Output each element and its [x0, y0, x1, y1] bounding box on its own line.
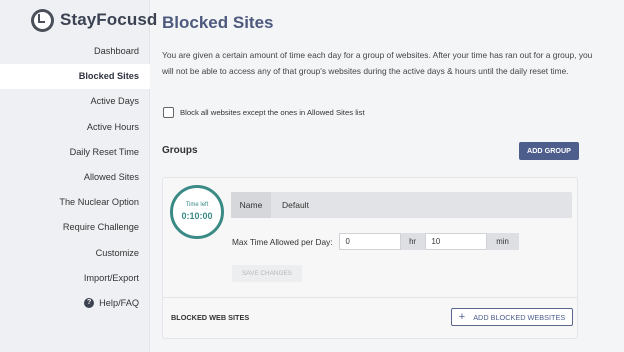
- sidebar-nav: Dashboard Blocked Sites Active Days Acti…: [0, 39, 150, 316]
- add-blocked-websites-label: ADD BLOCKED WEBSITES: [473, 312, 566, 322]
- group-name-value[interactable]: Default: [271, 200, 309, 210]
- hours-unit: hr: [400, 233, 425, 250]
- minutes-input[interactable]: 10: [424, 233, 487, 250]
- block-all-option[interactable]: Block all websites except the ones in Al…: [163, 107, 365, 118]
- sidebar-item-dashboard[interactable]: Dashboard: [0, 39, 150, 64]
- clock-logo-icon: [31, 8, 54, 32]
- question-circle-icon: ?: [84, 298, 95, 309]
- sidebar-item-allowed-sites[interactable]: Allowed Sites: [0, 165, 150, 190]
- save-changes-button[interactable]: SAVE CHANGES: [232, 265, 302, 282]
- time-left-value: 0:10:00: [181, 211, 213, 221]
- sidebar: StayFocusd Dashboard Blocked Sites Activ…: [0, 0, 157, 352]
- sidebar-item-customize[interactable]: Customize: [0, 241, 150, 266]
- max-time-label: Max Time Allowed per Day:: [232, 236, 333, 247]
- sidebar-item-help-label: Help/FAQ: [99, 297, 139, 308]
- time-left-label: Time left: [185, 202, 209, 208]
- minutes-unit: min: [486, 233, 519, 250]
- main-content: Blocked Sites You are given a certain am…: [150, 0, 624, 352]
- group-card: Time left 0:10:00 Name Default Max Time …: [162, 177, 578, 339]
- sidebar-item-require-challenge[interactable]: Require Challenge: [0, 215, 150, 240]
- group-name-field[interactable]: Name Default: [231, 192, 572, 218]
- blocked-websites-heading: BLOCKED WEB SITES: [171, 313, 250, 322]
- page-title: Blocked Sites: [162, 13, 274, 32]
- sidebar-item-active-days[interactable]: Active Days: [0, 89, 150, 114]
- sidebar-item-nuclear-option[interactable]: The Nuclear Option: [0, 190, 150, 215]
- group-name-label: Name: [231, 192, 271, 218]
- add-group-button[interactable]: ADD GROUP: [519, 142, 579, 160]
- brand[interactable]: StayFocusd: [31, 8, 157, 32]
- block-all-label: Block all websites except the ones in Al…: [180, 108, 365, 117]
- block-all-checkbox[interactable]: [163, 107, 174, 118]
- sidebar-item-daily-reset-time[interactable]: Daily Reset Time: [0, 140, 150, 165]
- hours-input[interactable]: 0: [338, 233, 401, 250]
- app-name: StayFocusd: [60, 10, 158, 29]
- groups-heading: Groups: [162, 145, 198, 156]
- plus-icon: +: [458, 311, 466, 323]
- page-description: You are given a certain amount of time e…: [162, 50, 593, 76]
- sidebar-item-active-hours[interactable]: Active Hours: [0, 115, 150, 140]
- card-divider: [163, 297, 577, 298]
- time-left-ring: Time left 0:10:00: [170, 185, 224, 239]
- add-blocked-websites-button[interactable]: + ADD BLOCKED WEBSITES: [451, 308, 573, 326]
- max-time-row: Max Time Allowed per Day: 0 hr 10 min: [232, 233, 519, 250]
- sidebar-item-import-export[interactable]: Import/Export: [0, 266, 150, 291]
- sidebar-item-help[interactable]: ? Help/FAQ: [0, 291, 150, 316]
- sidebar-item-blocked-sites[interactable]: Blocked Sites: [0, 64, 150, 90]
